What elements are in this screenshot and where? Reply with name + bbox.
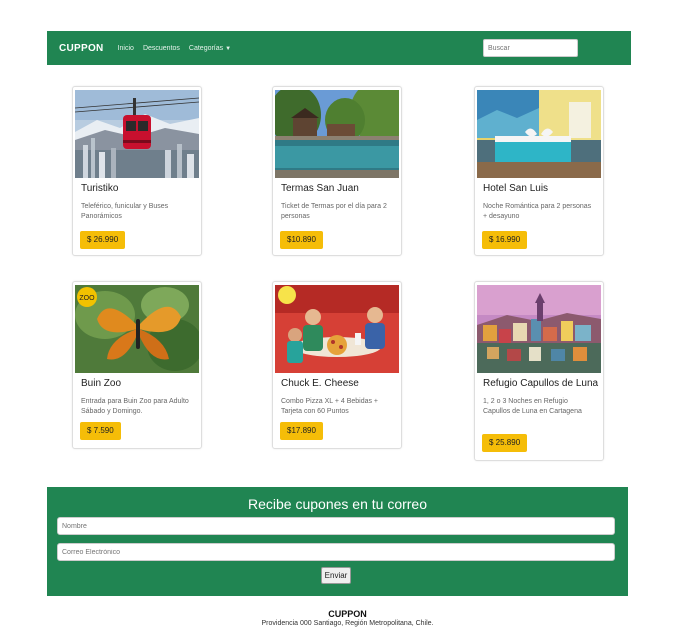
price-button[interactable]: $17.890 <box>280 422 323 440</box>
coupon-image-family-pizza[interactable] <box>275 285 399 373</box>
coupon-card-buin-zoo[interactable]: ZOO Buin Zoo Entrada para Buin Zoo para … <box>72 281 202 449</box>
nav-link-inicio[interactable]: Inicio <box>118 45 134 52</box>
card-description: 1, 2 o 3 Noches en Refugio Capullos de L… <box>483 398 582 415</box>
search-input[interactable] <box>483 39 578 57</box>
card-description: Entrada para Buin Zoo para Adulto Sábado… <box>81 398 189 415</box>
navbar: CUPPON Inicio Descuentos Categorías ▼ <box>47 31 631 65</box>
card-description: Teleférico, funicular y Buses Panorámico… <box>81 203 169 220</box>
nav-dropdown-categorias[interactable]: Categorías ▼ <box>189 45 231 52</box>
coupon-card-hotel-san-luis[interactable]: Hotel San Luis Noche Romántica para 2 pe… <box>474 86 604 256</box>
coupon-image-hillside-town[interactable] <box>477 285 601 373</box>
coupon-image-hot-springs[interactable] <box>275 90 399 178</box>
footer-brand: CUPPON <box>328 609 367 619</box>
coupon-card-termas-san-juan[interactable]: Termas San Juan Ticket de Termas por el … <box>272 86 402 256</box>
coupon-card-turistiko[interactable]: Turistiko Teleférico, funicular y Buses … <box>72 86 202 256</box>
card-title[interactable]: Termas San Juan <box>281 183 359 194</box>
name-field[interactable] <box>57 517 615 535</box>
price-button[interactable]: $ 26.990 <box>80 231 126 249</box>
brand-logo[interactable]: CUPPON <box>59 43 104 54</box>
card-title[interactable]: Refugio Capullos de Luna <box>483 378 598 389</box>
card-description: Ticket de Termas por el día para 2 perso… <box>281 203 387 220</box>
nav-link-descuentos[interactable]: Descuentos <box>143 45 180 52</box>
card-title[interactable]: Hotel San Luis <box>483 183 548 194</box>
coupon-card-chuck-e-cheese[interactable]: Chuck E. Cheese Combo Pizza XL + 4 Bebid… <box>272 281 402 449</box>
price-button[interactable]: $ 25.890 <box>482 434 528 452</box>
coupon-image-butterfly[interactable]: ZOO <box>75 285 199 373</box>
coupon-image-hotel-room[interactable] <box>477 90 601 178</box>
price-button[interactable]: $ 16.990 <box>482 231 528 249</box>
svg-text:ZOO: ZOO <box>79 295 95 302</box>
card-title[interactable]: Buin Zoo <box>81 378 121 389</box>
card-description: Combo Pizza XL + 4 Bebidas + Tarjeta con… <box>281 398 379 415</box>
price-button[interactable]: $ 7.590 <box>80 422 121 440</box>
coupon-card-refugio-capullos-de-luna[interactable]: Refugio Capullos de Luna 1, 2 o 3 Noches… <box>474 281 604 461</box>
nav-dropdown-label: Categorías <box>188 44 224 52</box>
footer-address: Providencia 000 Santiago, Región Metropo… <box>261 620 434 627</box>
coupon-image-cable-car[interactable] <box>75 90 199 178</box>
chevron-down-icon: ▼ <box>225 45 232 52</box>
card-description: Noche Romántica para 2 personas + desayu… <box>483 203 592 220</box>
card-title[interactable]: Turistiko <box>81 183 118 194</box>
email-field[interactable] <box>57 543 615 561</box>
card-title[interactable]: Chuck E. Cheese <box>281 378 359 389</box>
newsletter-section: Recibe cupones en tu correo Enviar <box>47 487 628 596</box>
price-button[interactable]: $10.890 <box>280 231 323 249</box>
newsletter-title: Recibe cupones en tu correo <box>248 496 427 512</box>
submit-button[interactable]: Enviar <box>321 567 351 584</box>
